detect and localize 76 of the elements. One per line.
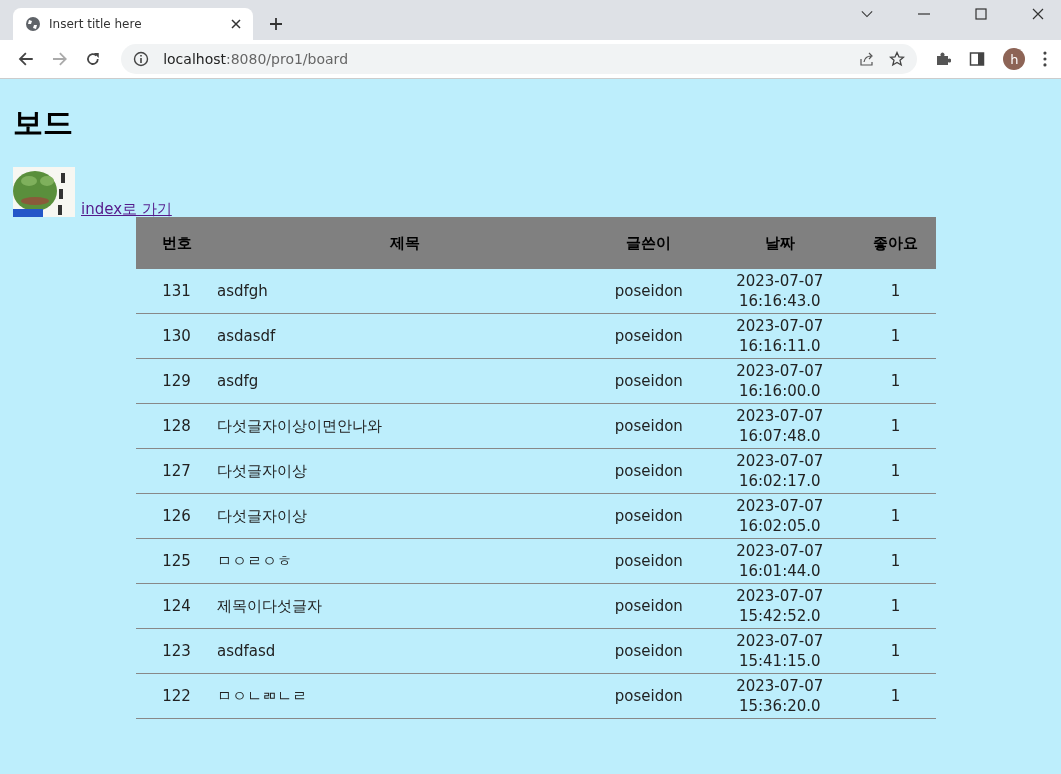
- table-cell: 1: [890, 462, 901, 480]
- date-cell: 2023-07-07 15:41:15.0: [736, 630, 824, 672]
- table-cell: poseidon: [614, 327, 683, 345]
- table-cell: 128: [162, 417, 191, 435]
- table-cell: poseidon: [614, 282, 683, 300]
- maximize-icon[interactable]: [975, 8, 987, 20]
- address-bar[interactable]: localhost:8080/pro1/board: [121, 44, 918, 74]
- post-title: asdfg: [217, 372, 259, 390]
- table-cell: 126: [162, 507, 191, 525]
- table-cell: 1: [890, 372, 901, 390]
- browser-tab[interactable]: Insert title here: [13, 8, 253, 40]
- reload-icon[interactable]: [85, 51, 102, 67]
- column-header: 제목: [390, 233, 421, 252]
- table-cell: 125: [162, 552, 191, 570]
- profile-avatar[interactable]: h: [1003, 48, 1026, 70]
- back-arrow-icon[interactable]: [18, 51, 34, 67]
- new-tab-icon[interactable]: [269, 17, 283, 31]
- table-cell: poseidon: [614, 462, 683, 480]
- table-cell: 123: [162, 642, 191, 660]
- table-cell: 1: [890, 417, 901, 435]
- post-title: ㅁㅇㄴㄻㄴㄹ: [217, 686, 308, 705]
- date-cell: 2023-07-07 16:16:43.0: [736, 270, 824, 312]
- star-icon[interactable]: [889, 51, 906, 67]
- table-cell: 124: [162, 597, 191, 615]
- table-cell: 130: [162, 327, 191, 345]
- table-cell: 1: [890, 282, 901, 300]
- table-cell: 1: [890, 327, 901, 345]
- chevron-down-icon[interactable]: [861, 8, 873, 20]
- table-cell: 1: [890, 507, 901, 525]
- date-cell: 2023-07-07 16:02:17.0: [736, 450, 824, 492]
- date-cell: 2023-07-07 16:16:00.0: [736, 360, 824, 402]
- table-cell: poseidon: [614, 417, 683, 435]
- table-cell: 127: [162, 462, 191, 480]
- table-cell: 1: [890, 597, 901, 615]
- post-title: 다섯글자이상: [217, 506, 308, 525]
- table-cell: poseidon: [614, 507, 683, 525]
- date-cell: 2023-07-07 16:01:44.0: [736, 540, 824, 582]
- share-icon[interactable]: [859, 51, 876, 67]
- post-title: 제목이다섯글자: [217, 596, 323, 615]
- tab-title: Insert title here: [49, 17, 143, 31]
- table-cell: 1: [890, 642, 901, 660]
- column-header: 글쓴이: [626, 233, 672, 252]
- post-title: asdfasd: [217, 642, 276, 660]
- table-cell: 131: [162, 282, 191, 300]
- side-panel-icon[interactable]: [969, 51, 986, 67]
- table-cell: poseidon: [614, 642, 683, 660]
- table-cell: poseidon: [614, 372, 683, 390]
- page-heading: 보드: [13, 104, 74, 142]
- date-cell: 2023-07-07 16:16:11.0: [736, 315, 824, 357]
- table-cell: poseidon: [614, 552, 683, 570]
- post-title: 다섯글자이상: [217, 461, 308, 480]
- date-cell: 2023-07-07 15:36:20.0: [736, 675, 824, 717]
- post-title: asdfgh: [217, 282, 268, 300]
- table-cell: 129: [162, 372, 191, 390]
- date-cell: 2023-07-07 16:07:48.0: [736, 405, 824, 447]
- close-icon[interactable]: [1032, 8, 1044, 20]
- column-header: 좋아요: [873, 233, 919, 252]
- post-title: ㅁㅇㄹㅇㅎ: [217, 551, 293, 570]
- info-icon: [133, 51, 150, 67]
- date-cell: 2023-07-07 15:42:52.0: [736, 585, 824, 627]
- table-cell: poseidon: [614, 687, 683, 705]
- post-title: 다섯글자이상이면안나와: [217, 416, 383, 435]
- more-menu-icon[interactable]: [1043, 51, 1047, 67]
- table-cell: 1: [890, 552, 901, 570]
- table-cell: 1: [890, 687, 901, 705]
- column-header: 날짜: [764, 233, 795, 252]
- close-icon[interactable]: [231, 19, 241, 29]
- table-cell: poseidon: [614, 597, 683, 615]
- index-link[interactable]: index로 가기: [81, 200, 172, 217]
- date-cell: 2023-07-07 16:02:05.0: [736, 495, 824, 537]
- table-cell: 122: [162, 687, 191, 705]
- column-header: 번호: [161, 233, 192, 252]
- puzzle-icon[interactable]: [935, 51, 952, 67]
- globe-icon: [25, 16, 41, 32]
- url-text: localhost:8080/pro1/board: [163, 51, 348, 67]
- post-title: asdasdf: [217, 327, 276, 345]
